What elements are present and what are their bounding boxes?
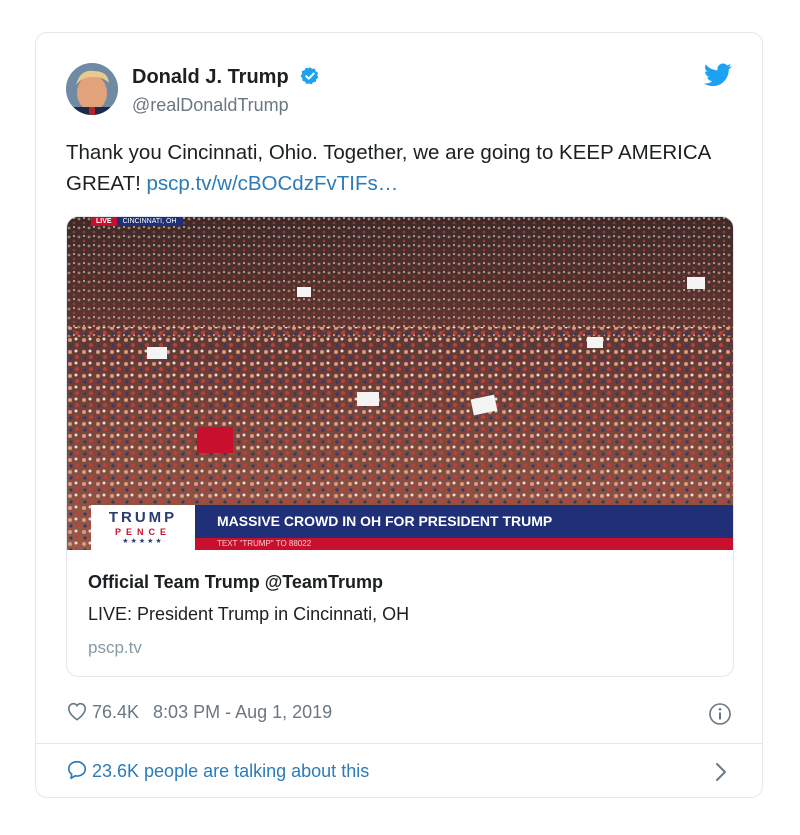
crowd-image [67, 217, 733, 550]
video-thumbnail[interactable]: LIVE CINCINNATI, OH [67, 217, 733, 550]
author-name-text: Donald J. Trump [132, 66, 289, 88]
live-location: CINCINNATI, OH [116, 217, 183, 226]
live-indicator: LIVE CINCINNATI, OH [91, 217, 183, 226]
avatar-image [66, 63, 118, 115]
chevron-right-icon[interactable] [714, 761, 728, 783]
headline-banner: MASSIVE CROWD IN OH FOR PRESIDENT TRUMP [195, 505, 733, 538]
ticker-text: TEXT "TRUMP" TO 88022 [195, 538, 733, 550]
speech-bubble-icon [67, 760, 87, 780]
timestamp[interactable]: 8:03 PM - Aug 1, 2019 [153, 702, 332, 722]
author-avatar[interactable] [66, 63, 118, 115]
info-icon[interactable] [708, 702, 732, 726]
author-name[interactable]: Donald J. Trump [132, 66, 320, 89]
footer-divider [36, 743, 762, 744]
card-title: Official Team Trump @TeamTrump [88, 572, 383, 592]
like-count[interactable]: 76.4K [92, 702, 139, 722]
logo-stars: ★★★★★ [122, 538, 164, 545]
author-handle[interactable]: @realDonaldTrump [132, 95, 289, 116]
card-domain: pscp.tv [88, 638, 142, 657]
card-description: LIVE: President Trump in Cincinnati, OH [88, 604, 410, 624]
news-lower-third: TRUMP PENCE ★★★★★ MASSIVE CROWD IN OH FO… [67, 505, 733, 550]
twitter-bird-icon[interactable] [704, 63, 732, 87]
tweet-meta: 76.4K 8:03 PM - Aug 1, 2019 [66, 701, 332, 723]
logo-bottom-text: PENCE [114, 527, 171, 537]
campaign-logo: TRUMP PENCE ★★★★★ [91, 505, 195, 550]
logo-top-text: TRUMP [108, 509, 178, 526]
conversation-text: 23.6K people are talking about this [92, 761, 370, 781]
live-tag: LIVE [91, 217, 117, 226]
tweet-card: Donald J. Trump @realDonaldTrump Thank y… [35, 32, 763, 798]
tweet-text: Thank you Cincinnati, Ohio. Together, we… [66, 137, 726, 199]
tweet-link[interactable]: pscp.tv/w/cBOCdzFvTIFs… [147, 172, 399, 195]
verified-badge-icon [300, 67, 319, 85]
link-card[interactable]: LIVE CINCINNATI, OH TRUMP PENCE ★★★★★ MAS… [66, 216, 734, 677]
conversation-link[interactable]: 23.6K people are talking about this [66, 759, 369, 782]
heart-icon[interactable] [66, 701, 88, 721]
